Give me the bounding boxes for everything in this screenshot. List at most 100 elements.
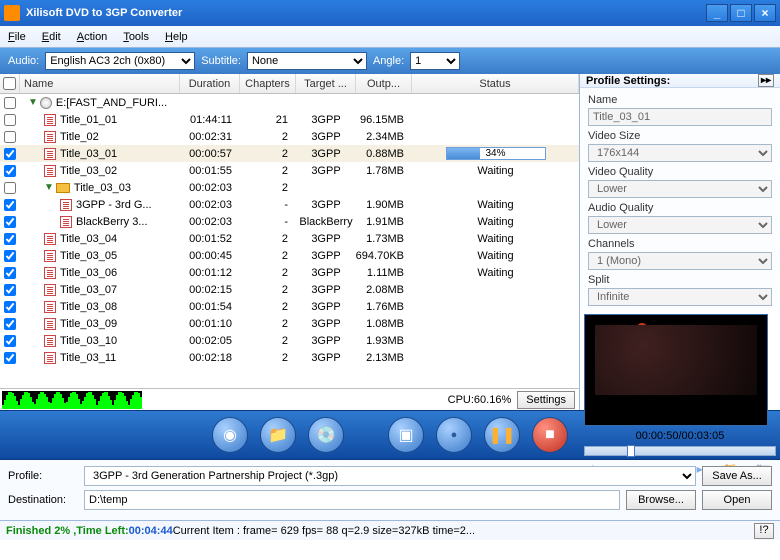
table-row[interactable]: Title_03_1100:02:1823GPP2.13MB bbox=[0, 349, 579, 366]
row-checkbox[interactable] bbox=[4, 318, 16, 330]
close-button[interactable]: × bbox=[754, 4, 776, 22]
row-checkbox[interactable] bbox=[4, 216, 16, 228]
row-name: Title_03_01 bbox=[60, 148, 117, 160]
row-checkbox[interactable] bbox=[4, 352, 16, 364]
file-icon bbox=[44, 165, 56, 177]
channels-label: Channels bbox=[588, 238, 772, 250]
encode-button[interactable]: ▣ bbox=[388, 417, 424, 453]
row-checkbox[interactable] bbox=[4, 182, 16, 194]
record-button[interactable]: ● bbox=[436, 417, 472, 453]
stop-record-button[interactable]: ■ bbox=[532, 417, 568, 453]
row-checkbox[interactable] bbox=[4, 284, 16, 296]
row-checkbox[interactable] bbox=[4, 335, 16, 347]
menu-file[interactable]: File bbox=[8, 31, 26, 43]
table-row[interactable]: Title_03_0500:00:4523GPP694.70KBWaiting bbox=[0, 247, 579, 264]
col-target[interactable]: Target ... bbox=[296, 74, 356, 93]
col-name[interactable]: Name bbox=[20, 74, 180, 93]
channels-select[interactable]: 1 (Mono) bbox=[588, 252, 772, 270]
pause-button[interactable]: ❚❚ bbox=[484, 417, 520, 453]
table-row[interactable]: Title_03_0200:01:5523GPP1.78MBWaiting bbox=[0, 162, 579, 179]
col-chapters[interactable]: Chapters bbox=[240, 74, 296, 93]
video-quality-label: Video Quality bbox=[588, 166, 772, 178]
cpu-bar: CPU:60.16% Settings bbox=[0, 388, 579, 410]
destination-field[interactable] bbox=[84, 490, 620, 510]
expander-icon[interactable]: ▼ bbox=[44, 182, 54, 193]
save-as-button[interactable]: Save As... bbox=[702, 466, 772, 486]
col-status[interactable]: Status bbox=[412, 74, 579, 93]
menu-help[interactable]: Help bbox=[165, 31, 188, 43]
row-checkbox[interactable] bbox=[4, 267, 16, 279]
table-row[interactable]: Title_03_0800:01:5423GPP1.76MB bbox=[0, 298, 579, 315]
table-row[interactable]: Title_03_0600:01:1223GPP1.11MBWaiting bbox=[0, 264, 579, 281]
table-row[interactable]: Title_03_0900:01:1023GPP1.08MB bbox=[0, 315, 579, 332]
row-checkbox[interactable] bbox=[4, 165, 16, 177]
disc-button[interactable]: 💿 bbox=[308, 417, 344, 453]
row-checkbox[interactable] bbox=[4, 199, 16, 211]
col-check[interactable] bbox=[0, 74, 20, 93]
settings-button[interactable]: Settings bbox=[517, 391, 575, 409]
file-icon bbox=[44, 352, 56, 364]
table-row[interactable]: Title_03_0700:02:1523GPP2.08MB bbox=[0, 281, 579, 298]
subtitle-select[interactable]: None bbox=[247, 52, 367, 70]
file-table: Name Duration Chapters Target ... Outp..… bbox=[0, 74, 580, 410]
file-icon bbox=[44, 233, 56, 245]
open-button[interactable]: Open bbox=[702, 490, 772, 510]
row-checkbox[interactable] bbox=[4, 250, 16, 262]
split-select[interactable]: Infinite bbox=[588, 288, 772, 306]
table-row[interactable]: Title_01_0101:44:11213GPP96.15MB bbox=[0, 111, 579, 128]
menubar: File Edit Action Tools Help bbox=[0, 26, 780, 48]
video-size-select[interactable]: 176x144 bbox=[588, 144, 772, 162]
browse-button[interactable]: Browse... bbox=[626, 490, 696, 510]
audio-quality-select[interactable]: Lower bbox=[588, 216, 772, 234]
table-row[interactable]: ▼ E:[FAST_AND_FURI... bbox=[0, 94, 579, 111]
status-bar: Finished 2% ,Time Left: 00:04:44 Current… bbox=[0, 520, 780, 540]
expander-icon[interactable]: ▼ bbox=[28, 97, 38, 108]
table-row[interactable]: Title_03_0100:00:5723GPP0.88MB34% bbox=[0, 145, 579, 162]
table-row[interactable]: Title_0200:02:3123GPP2.34MB bbox=[0, 128, 579, 145]
progress-bar: 34% bbox=[446, 147, 546, 160]
slider-thumb[interactable] bbox=[627, 445, 635, 457]
add-button[interactable]: 📁 bbox=[260, 417, 296, 453]
name-field[interactable] bbox=[588, 108, 772, 126]
profile-select[interactable]: 3GPP - 3rd Generation Partnership Projec… bbox=[84, 466, 696, 486]
preview-screen[interactable] bbox=[584, 314, 768, 426]
profile-settings-header: Profile Settings: ▸▸ bbox=[580, 74, 780, 88]
bottom-panel: Profile: 3GPP - 3rd Generation Partnersh… bbox=[0, 460, 780, 520]
video-quality-select[interactable]: Lower bbox=[588, 180, 772, 198]
preview-slider[interactable] bbox=[584, 446, 776, 456]
expand-icon[interactable]: ▸▸ bbox=[758, 74, 774, 87]
file-icon bbox=[44, 148, 56, 160]
row-name: Title_03_11 bbox=[60, 352, 116, 364]
angle-select[interactable]: 1 bbox=[410, 52, 460, 70]
table-row[interactable]: 3GPP - 3rd G...00:02:03-3GPP1.90MBWaitin… bbox=[0, 196, 579, 213]
row-checkbox[interactable] bbox=[4, 233, 16, 245]
menu-action[interactable]: Action bbox=[77, 31, 108, 43]
table-body[interactable]: ▼ E:[FAST_AND_FURI... Title_01_0101:44:112… bbox=[0, 94, 579, 388]
row-checkbox[interactable] bbox=[4, 131, 16, 143]
table-row[interactable]: Title_03_0400:01:5223GPP1.73MBWaiting bbox=[0, 230, 579, 247]
row-checkbox[interactable] bbox=[4, 97, 16, 109]
table-row[interactable]: BlackBerry 3...00:02:03-BlackBerry1.91MB… bbox=[0, 213, 579, 230]
row-name: Title_03_06 bbox=[60, 267, 117, 279]
row-name: E:[FAST_AND_FURI... bbox=[56, 97, 167, 109]
options-bar: Audio: English AC3 2ch (0x80) Subtitle: … bbox=[0, 48, 780, 74]
angle-label: Angle: bbox=[373, 55, 404, 67]
help-button[interactable]: !? bbox=[754, 523, 774, 539]
menu-tools[interactable]: Tools bbox=[123, 31, 149, 43]
table-row[interactable]: Title_03_1000:02:0523GPP1.93MB bbox=[0, 332, 579, 349]
menu-edit[interactable]: Edit bbox=[42, 31, 61, 43]
status-finished: Finished 2% ,Time Left: bbox=[6, 525, 129, 537]
destination-label: Destination: bbox=[8, 494, 78, 506]
row-checkbox[interactable] bbox=[4, 301, 16, 313]
col-duration[interactable]: Duration bbox=[180, 74, 240, 93]
row-checkbox[interactable] bbox=[4, 114, 16, 126]
col-output[interactable]: Outp... bbox=[356, 74, 412, 93]
maximize-button[interactable]: □ bbox=[730, 4, 752, 22]
row-checkbox[interactable] bbox=[4, 148, 16, 160]
table-row[interactable]: ▼Title_03_0300:02:032 bbox=[0, 179, 579, 196]
video-size-label: Video Size bbox=[588, 130, 772, 142]
dvd-button[interactable]: ◉ bbox=[212, 417, 248, 453]
audio-select[interactable]: English AC3 2ch (0x80) bbox=[45, 52, 195, 70]
file-icon bbox=[44, 250, 56, 262]
minimize-button[interactable]: _ bbox=[706, 4, 728, 22]
